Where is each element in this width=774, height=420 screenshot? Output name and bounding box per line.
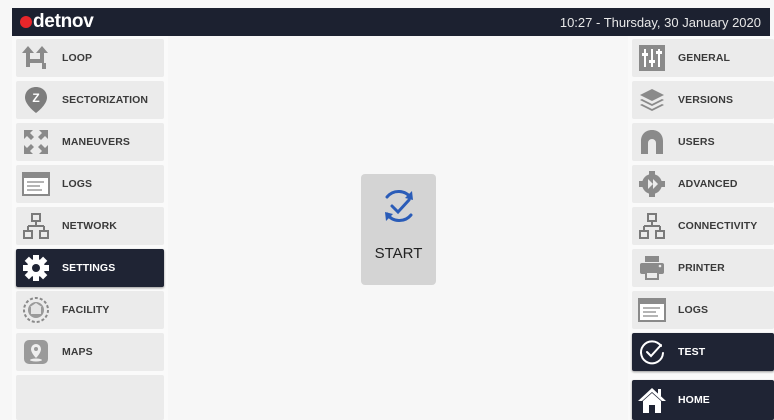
maneuvers-icon [21,127,51,157]
menu-item-connectivity[interactable]: CONNECTIVITY [632,207,774,245]
menu-item-label: HOME [678,394,710,406]
date-time: 10:27 - Thursday, 30 January 2020 [559,14,761,30]
menu-item-users[interactable]: USERS [632,123,774,161]
menu-item-network[interactable]: NETWORK [16,207,164,245]
menu-item-label: FACILITY [62,304,110,316]
left-menu: LOOP Z SECTORIZATION MANEUVERS LOGS NETW… [12,36,168,420]
gear-icon [21,253,51,283]
menu-item-label: LOOP [62,52,93,64]
connectivity-icon [637,211,667,241]
menu-item-label: MAPS [62,346,93,358]
facility-icon [21,295,51,325]
test-check-icon [637,337,667,367]
logs-window-icon [21,169,51,199]
menu-item-label: SECTORIZATION [62,94,149,106]
sliders-icon [637,43,667,73]
top-bar: detnov 10:27 - Thursday, 30 January 2020 [12,8,770,36]
logo-dot-icon [20,16,32,28]
menu-item-label: LOGS [62,178,93,190]
menu-item-label: GENERAL [678,52,731,64]
menu-item-label: TEST [678,346,706,358]
menu-item-printer[interactable]: PRINTER [632,249,774,287]
start-check-icon [379,186,419,231]
map-pin-icon [21,337,51,367]
brand-logo: detnov [20,11,94,33]
brand-name: detnov [33,11,94,32]
menu-item-label: MANEUVERS [62,136,130,148]
logs-window-icon [637,295,667,325]
start-button[interactable]: START [361,174,436,285]
menu-item-label: CONNECTIVITY [678,220,758,232]
menu-item-maneuvers[interactable]: MANEUVERS [16,123,164,161]
home-icon [637,385,667,415]
menu-item-general[interactable]: GENERAL [632,39,774,77]
menu-item-label: SETTINGS [62,262,116,274]
menu-item-label: LOGS [678,304,709,316]
right-menu: GENERAL VERSIONS USERS ADVANCED CONNECTI… [628,36,774,420]
user-icon [637,127,667,157]
start-label: START [374,245,423,262]
menu-item-empty [16,375,164,420]
svg-text:Z: Z [32,91,39,105]
loop-arrows-icon [21,43,51,73]
menu-item-test[interactable]: TEST [632,333,774,371]
menu-item-versions[interactable]: VERSIONS [632,81,774,119]
menu-item-sectorization[interactable]: Z SECTORIZATION [16,81,164,119]
layers-icon [637,85,667,115]
menu-item-label: USERS [678,136,715,148]
zone-pin-icon: Z [21,85,51,115]
printer-icon [637,253,667,283]
menu-item-maps[interactable]: MAPS [16,333,164,371]
menu-item-advanced[interactable]: ADVANCED [632,165,774,203]
menu-item-settings[interactable]: SETTINGS [16,249,164,287]
menu-item-label: PRINTER [678,262,725,274]
menu-item-label: ADVANCED [678,178,738,190]
home-button[interactable]: HOME [632,380,774,420]
advanced-gear-icon [637,169,667,199]
menu-item-loop[interactable]: LOOP [16,39,164,77]
menu-item-facility[interactable]: FACILITY [16,291,164,329]
menu-item-logs[interactable]: LOGS [16,165,164,203]
menu-item-label: VERSIONS [678,94,734,106]
network-icon [21,211,51,241]
menu-item-label: NETWORK [62,220,117,232]
menu-item-logs[interactable]: LOGS [632,291,774,329]
